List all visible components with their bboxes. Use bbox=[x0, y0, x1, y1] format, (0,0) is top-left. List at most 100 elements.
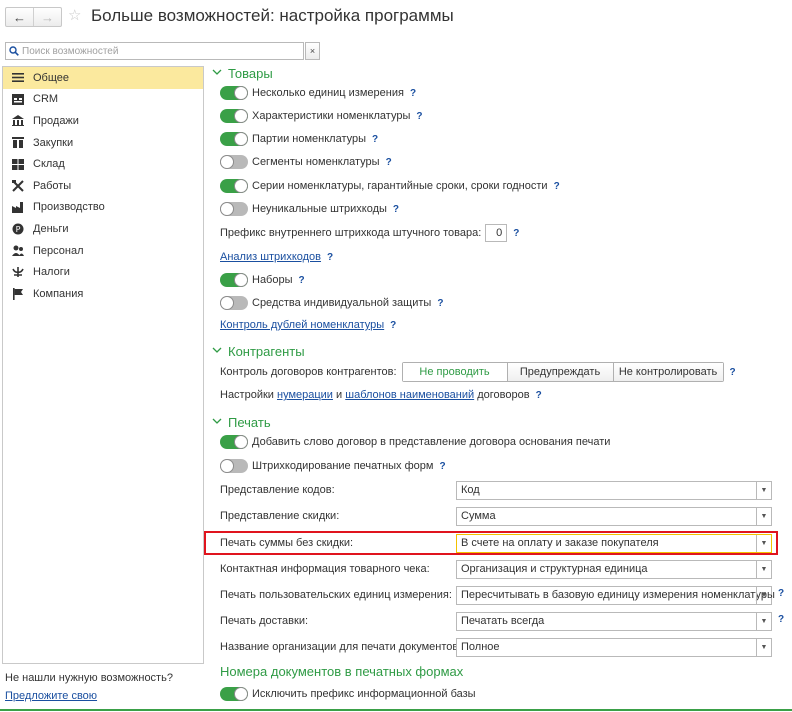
help-icon[interactable]: ? bbox=[778, 614, 784, 625]
title-bar: ← → ☆ Больше возможностей: настройка про… bbox=[0, 0, 792, 34]
dropdown-arrow-icon[interactable]: ▼ bbox=[756, 613, 771, 630]
section-doc-numbers-header: Номера документов в печатных формах bbox=[220, 664, 463, 679]
help-icon[interactable]: ? bbox=[410, 88, 416, 99]
duplicates-row: Контроль дублей номенклатуры ? bbox=[220, 319, 396, 331]
toggle-switch[interactable] bbox=[220, 687, 248, 701]
toggle-switch[interactable] bbox=[220, 132, 248, 146]
search-placeholder: Поиск возможностей bbox=[22, 45, 119, 57]
money-icon: P bbox=[12, 223, 24, 235]
barcode-prefix-input[interactable]: 0 bbox=[485, 224, 508, 242]
delivery-print-select[interactable]: Печатать всегда ▼ bbox=[456, 612, 772, 631]
duplicates-link[interactable]: Контроль дублей номенклатуры bbox=[220, 319, 384, 331]
select-value: Печатать всегда bbox=[461, 615, 545, 627]
barcode-analysis-link[interactable]: Анализ штрихкодов bbox=[220, 251, 321, 263]
help-icon[interactable]: ? bbox=[730, 367, 736, 378]
help-icon[interactable]: ? bbox=[386, 157, 392, 168]
contracts-text: договоров bbox=[477, 389, 530, 401]
dropdown-arrow-icon[interactable]: ▼ bbox=[756, 482, 771, 499]
org-name-print-select[interactable]: Полное ▼ bbox=[456, 638, 772, 657]
sidebar-item-money[interactable]: P Деньги bbox=[3, 218, 203, 240]
toggle-switch[interactable] bbox=[220, 179, 248, 193]
option-batches: Партии номенклатуры ? bbox=[220, 132, 378, 146]
contract-control-label: Контроль договоров контрагентов: bbox=[220, 366, 397, 378]
help-icon[interactable]: ? bbox=[439, 461, 445, 472]
dropdown-arrow-icon[interactable]: ▼ bbox=[756, 587, 771, 604]
search-clear-button[interactable]: × bbox=[305, 42, 320, 60]
codes-presentation-select[interactable]: Код ▼ bbox=[456, 481, 772, 500]
option-label: Добавить слово договор в представление д… bbox=[252, 436, 611, 448]
sidebar-item-general[interactable]: Общее bbox=[3, 67, 203, 89]
nav-buttons: ← → bbox=[5, 7, 62, 27]
custom-units-print-select[interactable]: Пересчитывать в базовую единицу измерени… bbox=[456, 586, 775, 605]
section-contractors-header[interactable]: Контрагенты bbox=[212, 344, 305, 359]
contract-control-option-warn[interactable]: Предупреждать bbox=[506, 363, 613, 381]
section-printing-header[interactable]: Печать bbox=[212, 415, 271, 430]
discount-presentation-select[interactable]: Сумма ▼ bbox=[456, 507, 772, 526]
works-icon bbox=[12, 179, 24, 192]
sidebar-item-purchases[interactable]: Закупки bbox=[3, 132, 203, 154]
field-discount-presentation: Представление скидки: Сумма ▼ bbox=[220, 507, 780, 527]
contract-control-option-no[interactable]: Не проводить bbox=[402, 363, 507, 381]
help-icon[interactable]: ? bbox=[372, 134, 378, 145]
toggle-switch[interactable] bbox=[220, 435, 248, 449]
help-icon[interactable]: ? bbox=[299, 275, 305, 286]
crm-icon bbox=[12, 93, 24, 105]
option-label: Партии номенклатуры bbox=[252, 133, 367, 145]
section-title: Печать bbox=[228, 415, 271, 430]
help-icon[interactable]: ? bbox=[437, 298, 443, 309]
sidebar-item-crm[interactable]: CRM bbox=[3, 89, 203, 111]
toggle-switch[interactable] bbox=[220, 109, 248, 123]
field-org-name-print: Название организации для печати документ… bbox=[220, 638, 780, 658]
sidebar-item-warehouse[interactable]: Склад bbox=[3, 153, 203, 175]
select-value: Пересчитывать в базовую единицу измерени… bbox=[461, 589, 775, 601]
help-icon[interactable]: ? bbox=[536, 390, 542, 401]
toggle-switch[interactable] bbox=[220, 296, 248, 310]
toggle-switch[interactable] bbox=[220, 459, 248, 473]
chevron-down-icon bbox=[212, 346, 223, 357]
forward-button[interactable]: → bbox=[33, 8, 61, 26]
search-field[interactable]: Поиск возможностей bbox=[5, 42, 304, 60]
select-value: Организация и структурная единица bbox=[461, 563, 648, 575]
back-button[interactable]: ← bbox=[6, 8, 33, 26]
dropdown-arrow-icon[interactable]: ▼ bbox=[756, 639, 771, 656]
section-title: Товары bbox=[228, 66, 273, 81]
numbering-link[interactable]: нумерации bbox=[277, 389, 333, 401]
sidebar-item-taxes[interactable]: Налоги bbox=[3, 261, 203, 283]
suggest-link[interactable]: Предложите свою bbox=[5, 690, 97, 702]
not-found-text: Не нашли нужную возможность? bbox=[5, 672, 173, 684]
sidebar-item-sales[interactable]: Продажи bbox=[3, 110, 203, 132]
help-icon[interactable]: ? bbox=[778, 588, 784, 599]
sidebar-item-company[interactable]: Компания bbox=[3, 283, 203, 305]
sidebar-item-label: Производство bbox=[33, 201, 105, 214]
personnel-icon bbox=[12, 245, 24, 257]
help-icon[interactable]: ? bbox=[393, 204, 399, 215]
help-icon[interactable]: ? bbox=[416, 111, 422, 122]
option-label: Исключить префикс информационной базы bbox=[252, 688, 476, 700]
help-icon[interactable]: ? bbox=[513, 228, 519, 239]
option-label: Наборы bbox=[252, 274, 293, 286]
field-custom-units-print: Печать пользовательских единиц измерения… bbox=[220, 586, 784, 606]
toggle-switch[interactable] bbox=[220, 273, 248, 287]
dropdown-arrow-icon[interactable]: ▼ bbox=[756, 561, 771, 578]
sidebar-item-production[interactable]: Производство bbox=[3, 197, 203, 219]
contract-control-option-none[interactable]: Не контролировать bbox=[612, 363, 723, 381]
sidebar-item-works[interactable]: Работы bbox=[3, 175, 203, 197]
help-icon[interactable]: ? bbox=[390, 320, 396, 331]
help-icon[interactable]: ? bbox=[554, 181, 560, 192]
sidebar-item-label: Компания bbox=[33, 287, 84, 300]
receipt-contact-info-select[interactable]: Организация и структурная единица ▼ bbox=[456, 560, 772, 579]
name-templates-link[interactable]: шаблонов наименований bbox=[345, 389, 474, 401]
sidebar-item-personnel[interactable]: Персонал bbox=[3, 240, 203, 262]
toggle-switch[interactable] bbox=[220, 86, 248, 100]
page-title: Больше возможностей: настройка программы bbox=[91, 6, 454, 25]
svg-text:P: P bbox=[16, 225, 21, 234]
section-goods-header[interactable]: Товары bbox=[212, 66, 273, 81]
help-icon[interactable]: ? bbox=[327, 252, 333, 263]
sidebar-item-label: Склад bbox=[33, 158, 65, 171]
toggle-switch[interactable] bbox=[220, 202, 248, 216]
sidebar-item-label: Налоги bbox=[33, 266, 70, 279]
toggle-switch[interactable] bbox=[220, 155, 248, 169]
section-title: Контрагенты bbox=[228, 344, 305, 359]
dropdown-arrow-icon[interactable]: ▼ bbox=[756, 508, 771, 525]
favorite-star-icon[interactable]: ☆ bbox=[68, 7, 81, 25]
